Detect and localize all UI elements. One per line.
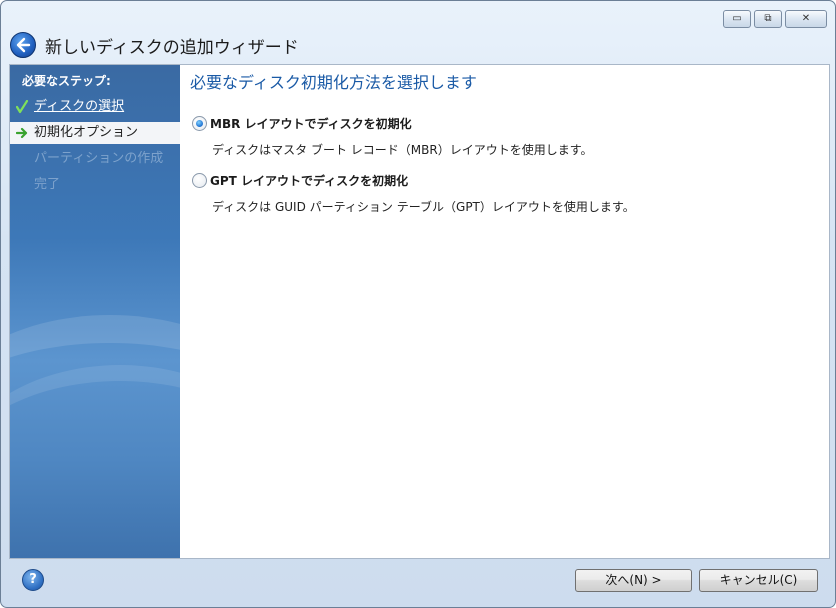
close-icon: ✕: [801, 13, 811, 24]
arrow-right-icon: [16, 127, 28, 139]
mbr-description: ディスクはマスタ ブート レコード（MBR）レイアウトを使用します。: [212, 143, 593, 157]
step-init-options: 初期化オプション: [10, 122, 180, 144]
steps-sidebar: 必要なステップ: ディスクの選択 初期化オプション パーティションの作成 完了: [10, 65, 180, 558]
sidebar-decoration: [10, 365, 180, 558]
step-create-partitions: パーティションの作成: [10, 148, 180, 170]
cancel-button[interactable]: キャンセル(C): [699, 569, 818, 592]
restore-icon: ⧉: [764, 13, 772, 24]
next-button[interactable]: 次へ(N) >: [575, 569, 692, 592]
back-arrow-icon: [16, 37, 31, 53]
steps-header: 必要なステップ:: [22, 74, 111, 88]
close-button[interactable]: ✕: [785, 10, 827, 28]
step-select-disk[interactable]: ディスクの選択: [10, 96, 180, 118]
mbr-label[interactable]: MBR レイアウトでディスクを初期化: [210, 115, 412, 132]
wizard-content: 必要なステップ: ディスクの選択 初期化オプション パーティションの作成 完了: [9, 64, 830, 559]
step-label: パーティションの作成: [34, 151, 164, 166]
minimize-icon: ▭: [732, 13, 742, 24]
window-title: 新しいディスクの追加ウィザード: [45, 38, 299, 58]
help-button[interactable]: ?: [22, 569, 44, 591]
step-label: ディスクの選択: [34, 99, 125, 114]
gpt-radio[interactable]: [192, 173, 207, 188]
footer-bar: ? 次へ(N) > キャンセル(C): [1, 558, 835, 607]
title-bar: ▭ ⧉ ✕ 新しいディスクの追加ウィザード: [1, 1, 835, 61]
checkmark-icon: [16, 100, 28, 114]
gpt-description: ディスクは GUID パーティション テーブル（GPT）レイアウトを使用します。: [212, 200, 635, 214]
step-label: 完了: [34, 177, 61, 192]
back-button[interactable]: [10, 32, 36, 58]
maximize-button[interactable]: ⧉: [754, 10, 782, 28]
mbr-radio[interactable]: [192, 116, 207, 131]
gpt-label[interactable]: GPT レイアウトでディスクを初期化: [210, 172, 408, 189]
main-panel: 必要なディスク初期化方法を選択します MBR レイアウトでディスクを初期化 ディ…: [180, 65, 829, 558]
wizard-window: ▭ ⧉ ✕ 新しいディスクの追加ウィザード 必要なステップ: ディスクの選択 初…: [0, 0, 836, 608]
help-icon: ?: [29, 572, 37, 587]
step-finish: 完了: [10, 174, 180, 196]
minimize-button[interactable]: ▭: [723, 10, 751, 28]
page-heading: 必要なディスク初期化方法を選択します: [190, 73, 477, 92]
caption-buttons: ▭ ⧉ ✕: [723, 10, 827, 28]
step-label: 初期化オプション: [34, 125, 139, 140]
